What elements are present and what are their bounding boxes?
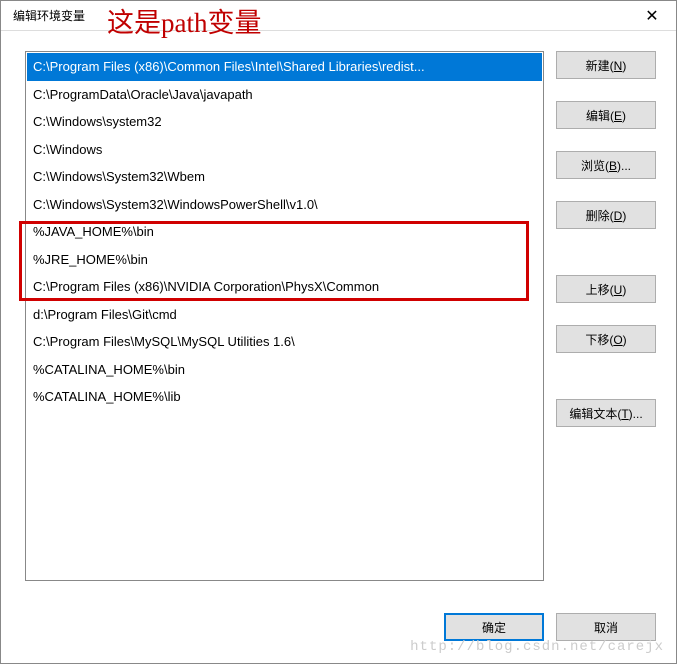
ok-button[interactable]: 确定 xyxy=(444,613,544,641)
cancel-button[interactable]: 取消 xyxy=(556,613,656,641)
titlebar: 编辑环境变量 ✕ xyxy=(1,1,676,31)
dialog-body: C:\Program Files (x86)\Common Files\Inte… xyxy=(1,31,676,663)
browse-button-label: 浏览(B)... xyxy=(581,157,631,174)
new-button-label: 新建(N) xyxy=(586,57,627,74)
delete-button[interactable]: 删除(D) xyxy=(556,201,656,229)
list-item[interactable]: C:\ProgramData\Oracle\Java\javapath xyxy=(27,81,542,109)
list-item[interactable]: C:\Program Files\MySQL\MySQL Utilities 1… xyxy=(27,328,542,356)
watermark-text: http://blog.csdn.net/carejx xyxy=(410,639,664,655)
edittext-button-label: 编辑文本(T)... xyxy=(569,405,642,422)
list-item[interactable]: %CATALINA_HOME%\lib xyxy=(27,383,542,411)
list-item[interactable]: d:\Program Files\Git\cmd xyxy=(27,301,542,329)
list-item[interactable]: C:\Windows\system32 xyxy=(27,108,542,136)
list-item[interactable]: C:\Program Files (x86)\Common Files\Inte… xyxy=(27,53,542,81)
list-item[interactable]: %CATALINA_HOME%\bin xyxy=(27,356,542,384)
list-item[interactable]: C:\Windows\System32\WindowsPowerShell\v1… xyxy=(27,191,542,219)
window-title: 编辑环境变量 xyxy=(9,7,85,24)
annotation-label: 这是path变量 xyxy=(107,1,262,40)
list-item[interactable]: %JRE_HOME%\bin xyxy=(27,246,542,274)
movedown-button[interactable]: 下移(O) xyxy=(556,325,656,353)
list-item[interactable]: %JAVA_HOME%\bin xyxy=(27,218,542,246)
edittext-button[interactable]: 编辑文本(T)... xyxy=(556,399,656,427)
delete-button-label: 删除(D) xyxy=(586,207,627,224)
close-button[interactable]: ✕ xyxy=(632,2,672,30)
edit-button[interactable]: 编辑(E) xyxy=(556,101,656,129)
edit-button-label: 编辑(E) xyxy=(586,107,626,124)
list-item[interactable]: C:\Program Files (x86)\NVIDIA Corporatio… xyxy=(27,273,542,301)
moveup-button[interactable]: 上移(U) xyxy=(556,275,656,303)
dialog-buttons: 确定 取消 xyxy=(444,613,656,641)
path-listbox[interactable]: C:\Program Files (x86)\Common Files\Inte… xyxy=(25,51,544,581)
movedown-button-label: 下移(O) xyxy=(585,331,626,348)
list-item[interactable]: C:\Windows\System32\Wbem xyxy=(27,163,542,191)
browse-button[interactable]: 浏览(B)... xyxy=(556,151,656,179)
close-icon: ✕ xyxy=(645,6,658,26)
list-item[interactable]: C:\Windows xyxy=(27,136,542,164)
button-column: 新建(N) 编辑(E) 浏览(B)... 删除(D) 上移(U) 下移(O) 编… xyxy=(556,51,656,581)
moveup-button-label: 上移(U) xyxy=(586,281,627,298)
new-button[interactable]: 新建(N) xyxy=(556,51,656,79)
